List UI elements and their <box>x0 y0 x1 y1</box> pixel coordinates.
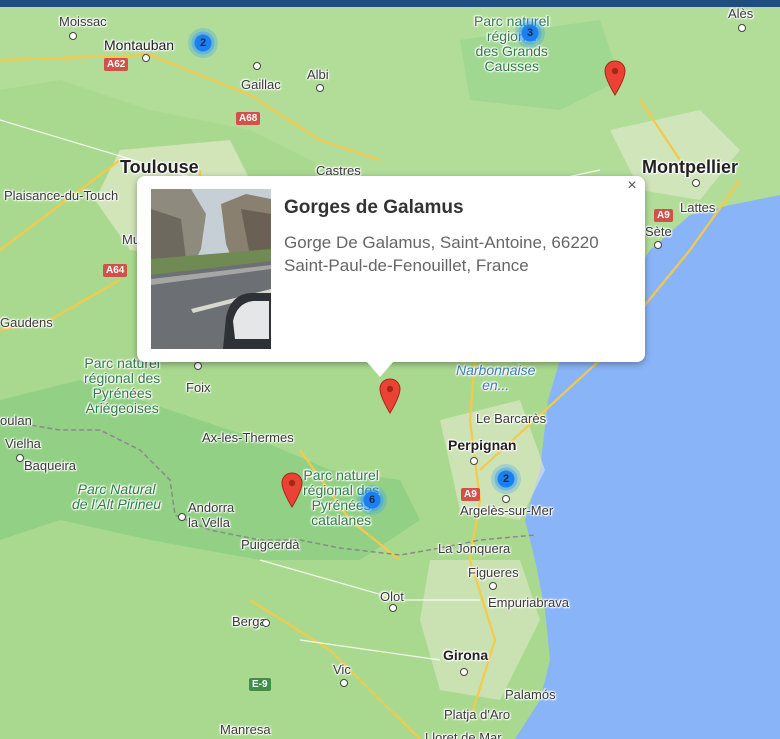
map-marker-icon[interactable] <box>281 472 303 508</box>
label-moissac: Moissac <box>59 14 107 29</box>
map-marker-icon[interactable] <box>379 378 401 414</box>
town-dot <box>178 513 186 521</box>
label-vielha: Vielha <box>5 436 41 451</box>
label-lajonquera: La Jonquera <box>438 541 511 556</box>
label-perpignan: Perpignan <box>448 437 517 453</box>
road-shield-a62: A62 <box>104 58 129 71</box>
town-dot <box>738 24 746 32</box>
road-shield-e9: E-9 <box>249 678 271 691</box>
label-palamos: Palamós <box>505 687 556 702</box>
label-argeles: Argelès-sur-Mer <box>460 503 554 518</box>
label-puigcerda: Puigcerdà <box>241 537 300 552</box>
town-dot <box>340 679 348 687</box>
label-oulan: oulan <box>0 413 32 428</box>
cluster-count: 6 <box>368 494 376 506</box>
top-bar <box>0 0 780 7</box>
road-shield-a64: A64 <box>103 264 128 277</box>
label-baqueira: Baqueira <box>24 458 77 473</box>
road-shield-a9-south: A9 <box>461 488 480 501</box>
town-dot <box>470 457 478 465</box>
town-dot <box>692 179 700 187</box>
label-platja: Platja d'Aro <box>444 707 511 722</box>
label-sete: Sète <box>645 224 672 239</box>
town-dot <box>69 32 77 40</box>
town-dot <box>460 668 468 676</box>
cluster-marker-grands-causses[interactable]: 3 <box>515 18 545 48</box>
label-lebarcares: Le Barcarès <box>476 411 547 426</box>
label-vic: Vic <box>333 662 351 677</box>
town-dot <box>194 362 202 370</box>
map-marker-icon[interactable] <box>604 60 626 96</box>
town-dot <box>502 495 510 503</box>
label-ales: Alès <box>728 6 754 21</box>
label-andorra: Andorra la Vella <box>188 500 235 530</box>
close-icon[interactable]: × <box>623 177 641 195</box>
label-toulouse: Toulouse <box>120 157 199 177</box>
cluster-count: 3 <box>526 27 534 39</box>
town-dot <box>253 62 261 70</box>
label-manresa: Manresa <box>220 722 271 737</box>
label-lloret: Lloret de Mar <box>425 730 502 739</box>
label-figueres: Figueres <box>468 565 519 580</box>
cluster-marker-perpignan[interactable]: 2 <box>491 464 521 494</box>
map[interactable]: Moissac Montauban Gaillac Albi Toulouse … <box>0 0 780 739</box>
label-albi: Albi <box>307 67 329 82</box>
place-address: Gorge De Galamus, Saint-Antoine, 66220 S… <box>284 233 599 275</box>
label-park-ariegeoises: Parc naturel régional des Pyrénées Ariég… <box>84 355 161 416</box>
label-lattes: Lattes <box>680 200 716 215</box>
label-gaudens: Gaudens <box>0 315 53 330</box>
town-dot <box>654 241 662 249</box>
label-girona: Girona <box>443 647 489 663</box>
road-shield-a68: A68 <box>236 112 261 125</box>
cluster-marker-montauban[interactable]: 2 <box>188 28 218 58</box>
info-window-tail <box>366 361 394 377</box>
town-dot <box>489 582 497 590</box>
place-photo-image <box>151 189 271 349</box>
town-dot <box>389 604 397 612</box>
label-park-alt-pirineu: Parc Natural de l'Alt Pirineu <box>72 481 162 512</box>
label-foix: Foix <box>186 380 211 395</box>
town-dot <box>262 619 270 627</box>
label-montauban: Montauban <box>104 37 175 53</box>
label-narbonnaise: Narbonnaise en... <box>456 362 536 393</box>
road-shield-a9-north: A9 <box>654 209 673 222</box>
place-title: Gorges de Galamus <box>284 197 464 218</box>
cluster-count: 2 <box>502 473 510 485</box>
label-gaillac: Gaillac <box>241 77 281 92</box>
label-empuriabrava: Empuriabrava <box>488 595 569 610</box>
label-montpellier: Montpellier <box>642 157 739 177</box>
info-window: Gorges de Galamus Gorge De Galamus, Sain… <box>137 176 645 362</box>
label-plaisance: Plaisance-du-Touch <box>4 188 119 203</box>
town-dot <box>142 54 150 62</box>
cluster-count: 2 <box>199 37 207 49</box>
town-dot <box>16 454 24 462</box>
cluster-marker-pyrenees-catalanes[interactable]: 6 <box>357 485 387 515</box>
label-olot: Olot <box>380 589 404 604</box>
place-photo[interactable] <box>151 189 271 349</box>
town-dot <box>316 84 324 92</box>
label-ax: Ax-les-Thermes <box>202 430 294 445</box>
